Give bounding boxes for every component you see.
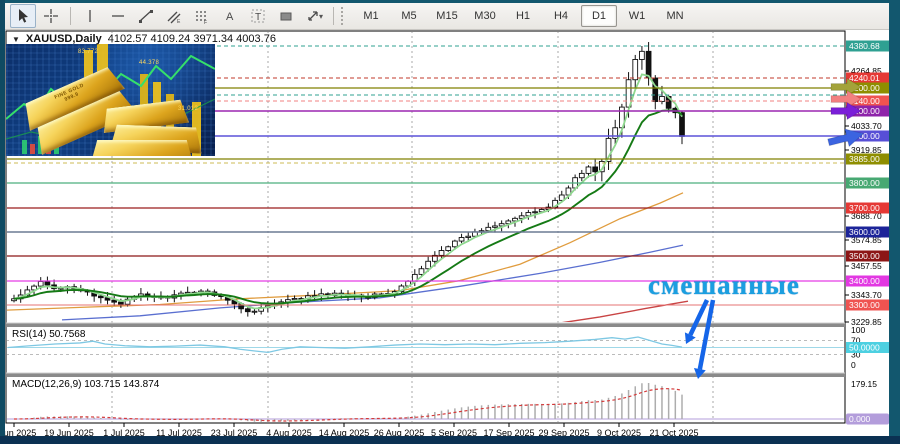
macd-label: MACD(12,26,9) 103.715 143.874 — [12, 379, 160, 390]
window-border-top — [0, 0, 900, 3]
timeframe-m1-button[interactable]: M1 — [353, 5, 389, 27]
timeframe-w1-button[interactable]: W1 — [619, 5, 655, 27]
svg-text:179.15: 179.15 — [851, 379, 877, 389]
svg-text:3700.00: 3700.00 — [849, 203, 880, 213]
dropdown-caret-icon[interactable]: ▾ — [319, 12, 323, 21]
equidistant-channel-tool-icon: E — [167, 11, 181, 24]
svg-text:3885.00: 3885.00 — [849, 154, 880, 164]
fibonacci-tool-icon: F — [196, 11, 208, 24]
svg-text:4380.68: 4380.68 — [849, 41, 880, 51]
timeframe-h1-button[interactable]: H1 — [505, 5, 541, 27]
svg-text:3457.55: 3457.55 — [851, 261, 882, 271]
svg-text:4033.70: 4033.70 — [851, 121, 882, 131]
photo-number: 31.012 — [178, 106, 199, 112]
equidistant-channel-tool-button[interactable]: E — [161, 4, 187, 28]
text-label-tool-icon: T — [251, 9, 265, 23]
shapes-tool-button[interactable] — [273, 4, 299, 28]
timeframe-m30-button[interactable]: M30 — [467, 5, 503, 27]
timeframe-h4-button[interactable]: H4 — [543, 5, 579, 27]
pointer-tool-button[interactable] — [10, 4, 36, 28]
horizontal-line-tool-button[interactable] — [105, 4, 131, 28]
shapes-tool-icon — [280, 12, 292, 21]
timeframe-d1-button[interactable]: D1 — [581, 5, 617, 27]
crosshair-tool-button[interactable] — [38, 4, 64, 28]
photo-number: 44.378 — [139, 60, 160, 66]
svg-text:3343.70: 3343.70 — [851, 290, 882, 300]
svg-text:3300.00: 3300.00 — [849, 300, 880, 310]
photo-number: 83.772 — [78, 49, 99, 55]
annotation-text: смешанные — [648, 270, 800, 300]
toolbar: E F A T ▾ M1 M5 M15 M30 H1 H4 D1 W1 MN — [5, 3, 889, 30]
pointer-tool-icon — [19, 9, 28, 23]
symbol-collapse-icon[interactable]: ▼ — [12, 35, 20, 44]
toolbar-separator — [70, 7, 71, 25]
svg-text:T: T — [255, 12, 261, 23]
svg-text:F: F — [204, 20, 207, 24]
svg-text:3800.00: 3800.00 — [849, 178, 880, 188]
svg-text:0.000: 0.000 — [849, 414, 871, 424]
svg-text:3400.00: 3400.00 — [849, 276, 880, 286]
timeframe-m15-button[interactable]: M15 — [429, 5, 465, 27]
text-tool-icon: A — [226, 11, 234, 23]
timeframe-mn-button[interactable]: MN — [657, 5, 693, 27]
svg-text:4240.01: 4240.01 — [849, 73, 880, 83]
gold-bars-photo: 83.772 44.378 31.012 FINE GOLD 999.9 — [6, 44, 215, 156]
svg-text:A: A — [226, 11, 234, 23]
svg-text:E: E — [177, 19, 181, 24]
gold-ingot — [90, 140, 194, 156]
text-tool-button[interactable]: A — [217, 4, 243, 28]
rsi-label: RSI(14) 50.7568 — [12, 329, 86, 340]
svg-text:0: 0 — [851, 360, 856, 370]
fibonacci-tool-button[interactable]: F — [189, 4, 215, 28]
trendline-tool-icon — [139, 10, 153, 23]
toolbar-grip[interactable] — [341, 7, 348, 25]
window-border-left — [0, 0, 5, 444]
symbol-period-label: XAUUSD,Daily — [25, 33, 102, 45]
toolbar-separator — [333, 7, 334, 25]
svg-text:50.0000: 50.0000 — [849, 343, 880, 353]
vertical-line-tool-icon — [89, 10, 91, 22]
trendline-tool-button[interactable] — [133, 4, 159, 28]
svg-text:100: 100 — [851, 325, 865, 335]
trading-terminal-window: E F A T ▾ M1 M5 M15 M30 H1 H4 D1 W1 MN 4264.85 4033.70… — [0, 0, 900, 444]
window-border-bottom — [0, 436, 900, 444]
arrows-tool-button[interactable]: ▾ — [301, 4, 327, 28]
ohlc-values: 4102.57 4109.24 3971.34 4003.76 — [107, 33, 276, 45]
crosshair-tool-icon — [44, 9, 58, 23]
text-label-tool-button[interactable]: T — [245, 4, 271, 28]
vertical-line-tool-button[interactable] — [77, 4, 103, 28]
horizontal-line-tool-icon — [112, 15, 124, 17]
svg-text:3500.00: 3500.00 — [849, 251, 880, 261]
window-border-right — [889, 0, 900, 444]
chart-title: ▼ XAUUSD,Daily 4102.57 4109.24 3971.34 4… — [12, 33, 276, 45]
timeframe-m5-button[interactable]: M5 — [391, 5, 427, 27]
svg-text:3600.00: 3600.00 — [849, 227, 880, 237]
